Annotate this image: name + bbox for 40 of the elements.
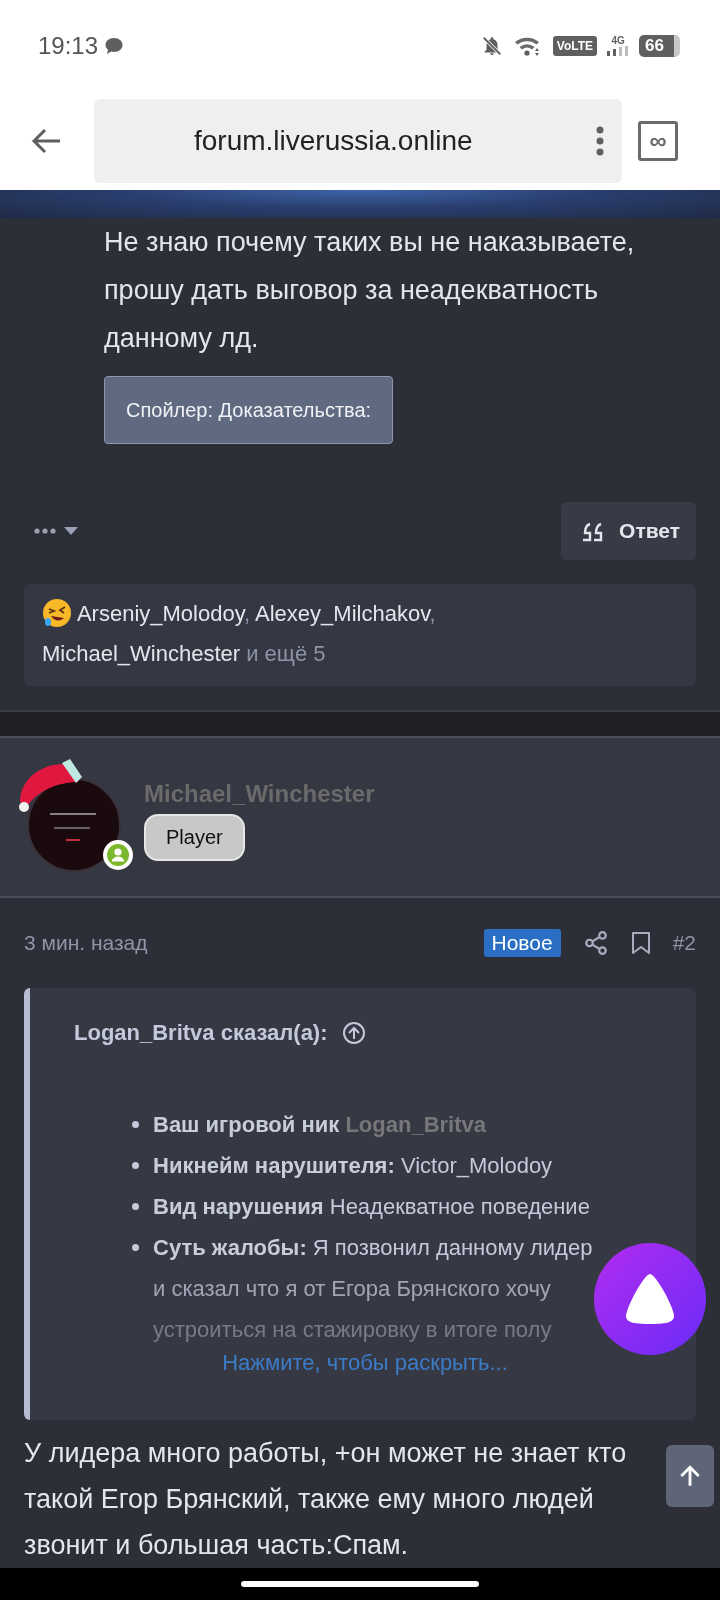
more-menu-icon[interactable] [596, 126, 604, 156]
volte-indicator: VoLTE [552, 36, 598, 56]
bullet-icon [132, 1203, 139, 1210]
list-item-text: Никнейм нарушителя: Victor_Molodoy [153, 1152, 553, 1180]
reactions-list: Arseniy_Molodoy, Alexey_Milchakov, Michael_Winchester и ещё 5 [42, 594, 512, 674]
share-icon[interactable] [582, 930, 609, 956]
arrow-up-circle-icon[interactable] [341, 1021, 366, 1045]
new-badge: Новое [483, 929, 561, 957]
quote-author[interactable]: Logan_Britva сказал(а): [74, 1020, 328, 1046]
battery-level: 66 [639, 35, 680, 57]
clock-time: 19:13 [38, 32, 99, 60]
bullet-icon [132, 1162, 139, 1169]
scroll-to-top-button[interactable] [666, 1445, 714, 1507]
laughing-emoji-icon[interactable] [42, 598, 72, 628]
signal-icon [607, 46, 630, 56]
user-link[interactable]: Arseniy_Molodoy [76, 601, 245, 626]
post-text: Не знаю почему таких вы не наказываете, прошу дать выговор за неадекватность данному лд. [104, 226, 636, 355]
more-reactions-link[interactable]: и ещё 5 [246, 641, 326, 666]
bullet-icon [132, 1121, 139, 1128]
spoiler-button[interactable]: Спойлер: Доказательства: [104, 376, 394, 444]
list-item-text: Вид нарушения Неадекватное поведение [153, 1193, 590, 1221]
user-title-badge: Player [144, 813, 245, 861]
bell-off-icon [480, 35, 503, 57]
bookmark-icon[interactable] [630, 930, 651, 956]
network-type: 4G [611, 36, 625, 46]
list-item-text: Ваш игровой ник Logan_Britva [153, 1111, 486, 1139]
bullet-icon [132, 1244, 139, 1251]
user-link[interactable]: Alexey_Milchakov [255, 601, 430, 626]
post-text: У лидера много работы, +он может не знает кто такой Егор Брянский, также ему много людей звонит и большая часть:Спам. [24, 1437, 628, 1562]
user-link[interactable]: Michael_Winchester [42, 641, 241, 666]
tab-switcher-button[interactable]: ∞ [638, 121, 678, 161]
post-number[interactable]: #2 [672, 931, 696, 955]
list-item-text: Суть жалобы: Я позвонил данному лидер [153, 1234, 593, 1262]
home-handle[interactable] [241, 1581, 479, 1587]
post-time[interactable]: 3 мин. назад [24, 931, 148, 955]
chat-bubble-icon [104, 36, 125, 56]
reply-button[interactable]: Ответ [561, 502, 696, 560]
url-field[interactable]: forum.liverussia.online [94, 99, 622, 183]
list-item-text: и сказал что я от Егора Брянского хочу [153, 1275, 552, 1303]
list-item-text: устроиться на стажировку в итоге полу [153, 1316, 553, 1344]
